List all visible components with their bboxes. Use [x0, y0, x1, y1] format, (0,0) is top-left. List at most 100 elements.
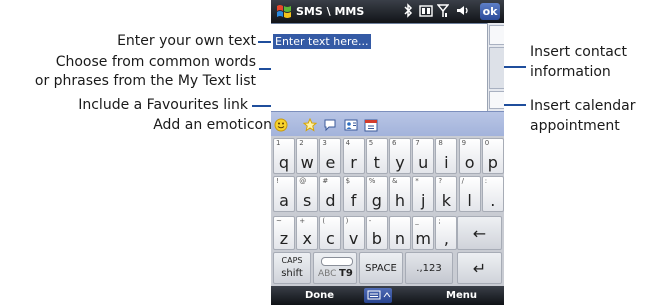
key-i[interactable]: 8i: [435, 138, 458, 174]
data-icon[interactable]: [419, 3, 433, 23]
title-bar: SMS \ MMS ok: [271, 0, 504, 23]
key-d[interactable]: # d: [319, 176, 342, 212]
calendar-icon[interactable]: [364, 117, 378, 132]
key-,[interactable]: ;,: [435, 216, 458, 250]
key-e[interactable]: 3e: [319, 138, 342, 174]
key-secondary-label: 0: [484, 139, 490, 147]
caps-shift-key[interactable]: CAPS shift: [273, 252, 311, 284]
key-a[interactable]: ! a: [273, 176, 295, 212]
key-primary-label: v: [348, 229, 359, 248]
key-primary-label: a: [279, 191, 289, 210]
backspace-key[interactable]: ←: [457, 216, 502, 250]
phone-screen: SMS \ MMS ok Enter text here... 1 q 2 w …: [271, 0, 504, 305]
key-primary-label: e: [325, 153, 336, 172]
key-primary-label: d: [325, 191, 336, 210]
soft-key-bar: Done Menu: [271, 286, 504, 305]
key-l[interactable]: / l: [458, 176, 481, 212]
key-j[interactable]: * j: [412, 176, 435, 212]
key-secondary-label: *: [415, 177, 419, 185]
key-primary-label: m: [415, 229, 431, 248]
key-q[interactable]: 1q: [273, 138, 295, 174]
key-t[interactable]: 5t: [365, 138, 388, 174]
key-y[interactable]: 6y: [389, 138, 411, 174]
text-scrollbar[interactable]: [487, 23, 504, 111]
abc-label: ABC: [318, 269, 337, 279]
key-primary-label: l: [467, 191, 472, 210]
emoticon-icon[interactable]: [274, 117, 288, 132]
key-secondary-label: -: [368, 217, 372, 225]
t9-label: T9: [339, 268, 353, 279]
menu-softkey[interactable]: Menu: [446, 286, 477, 305]
key-primary-label: k: [441, 191, 452, 210]
t9-toggle-switch[interactable]: [321, 257, 353, 266]
favourites-star-icon[interactable]: [302, 117, 318, 132]
backspace-label: ←: [472, 224, 487, 243]
key-f[interactable]: $ f: [342, 176, 365, 212]
my-text-icon[interactable]: [323, 117, 337, 132]
key-c[interactable]: (c: [319, 216, 342, 250]
key-primary-label: y: [395, 153, 405, 172]
key-primary-label: ,: [443, 229, 449, 248]
bluetooth-icon[interactable]: [403, 3, 413, 23]
key-p[interactable]: 0p: [481, 138, 504, 174]
scroll-down-arrow[interactable]: [489, 91, 504, 109]
callout-my-text-line2: or phrases from the My Text list: [34, 73, 256, 89]
message-placeholder: Enter text here...: [273, 34, 371, 49]
done-softkey[interactable]: Done: [305, 286, 334, 305]
key-primary-label: p: [487, 153, 498, 172]
key-secondary-label: 6: [392, 139, 397, 147]
windows-start-icon[interactable]: [275, 3, 293, 20]
key-secondary-label: 2: [299, 139, 304, 147]
key-v[interactable]: ) v: [342, 216, 365, 250]
enter-key[interactable]: ↵: [457, 252, 502, 284]
message-text-area[interactable]: Enter text here...: [271, 23, 487, 112]
key-secondary-label: :: [484, 177, 488, 185]
volume-icon[interactable]: [455, 3, 471, 23]
symbols-key[interactable]: .,123: [405, 252, 453, 284]
key-secondary-label: @: [299, 177, 307, 185]
contact-card-icon[interactable]: [344, 117, 358, 131]
key-k[interactable]: ? k: [435, 176, 458, 212]
callout-my-text-line1: Choose from common words: [55, 54, 256, 70]
key-primary-label: t: [373, 153, 380, 172]
abc-t9-toggle-key[interactable]: ABC T9: [313, 252, 357, 284]
key-b[interactable]: -b: [365, 216, 388, 250]
key-.[interactable]: :.: [481, 176, 504, 212]
key-primary-label: h: [394, 191, 406, 210]
key-z[interactable]: ~ z: [273, 216, 295, 250]
key-secondary-label: 7: [415, 139, 420, 147]
key-primary-label: g: [371, 191, 382, 210]
ok-button[interactable]: ok: [480, 3, 500, 20]
space-label: SPACE: [365, 263, 397, 274]
key-secondary-label: %: [368, 177, 376, 185]
key-primary-label: q: [278, 153, 290, 172]
key-primary-label: x: [302, 229, 312, 248]
callout-emoticon: Add an emoticon: [153, 117, 272, 133]
key-h[interactable]: & h: [389, 176, 411, 212]
key-r[interactable]: 4r: [342, 138, 365, 174]
signal-icon[interactable]: [436, 3, 450, 23]
input-panel-icon[interactable]: [364, 288, 392, 303]
key-w[interactable]: 2w: [296, 138, 319, 174]
key-g[interactable]: % g: [365, 176, 388, 212]
key-secondary-label: ): [345, 217, 349, 225]
scroll-up-arrow[interactable]: [489, 25, 504, 45]
space-key[interactable]: SPACE: [359, 252, 403, 284]
key-x[interactable]: + x: [296, 216, 319, 250]
shift-label: shift: [281, 268, 303, 279]
callout-calendar-line2: appointment: [530, 118, 620, 134]
key-primary-label: i: [444, 153, 449, 172]
callout-contact-line1: Insert contact: [530, 44, 627, 60]
callout-contact-line2: information: [530, 64, 611, 80]
key-u[interactable]: 7u: [412, 138, 435, 174]
key-primary-label: z: [279, 229, 289, 248]
key-primary-label: w: [300, 153, 314, 172]
scroll-thumb[interactable]: [489, 47, 504, 89]
key-secondary-label: ;: [438, 217, 441, 225]
key-s[interactable]: @ s: [296, 176, 319, 212]
key-n[interactable]: n: [389, 216, 411, 250]
key-secondary-label: $: [345, 177, 351, 185]
key-o[interactable]: 9o: [458, 138, 481, 174]
key-m[interactable]: _ m: [412, 216, 435, 250]
key-primary-label: u: [418, 153, 429, 172]
